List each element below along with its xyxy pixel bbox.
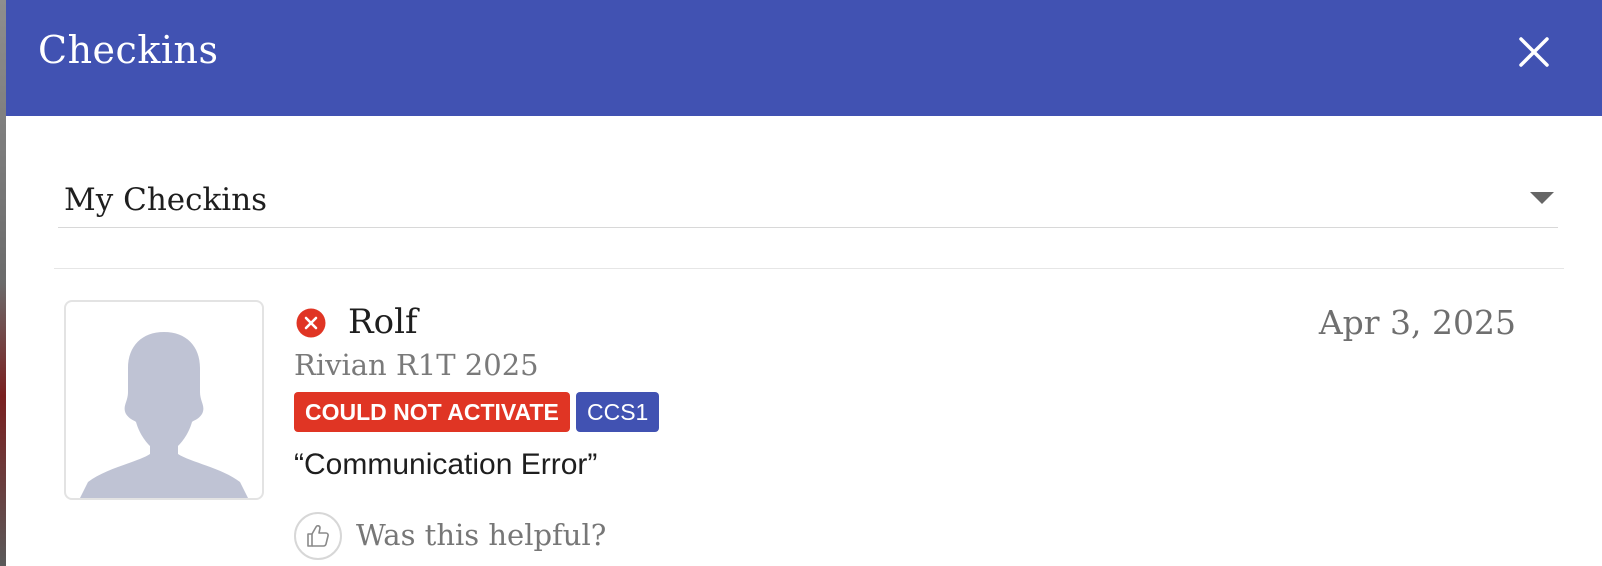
- status-badge: COULD NOT ACTIVATE: [294, 392, 570, 432]
- connector-badge: CCS1: [576, 392, 660, 432]
- dialog-header: Checkins: [6, 0, 1602, 116]
- checkin-comment: “Communication Error”: [294, 448, 598, 481]
- dialog-title: Checkins: [38, 28, 219, 72]
- checkin-user-name: Rolf: [348, 302, 418, 342]
- checkin-date: Apr 3, 2025: [1318, 303, 1516, 342]
- error-status-icon: [296, 308, 326, 338]
- thumbs-up-button[interactable]: [294, 512, 342, 560]
- close-icon: [1519, 37, 1549, 67]
- thumbs-up-icon: [307, 524, 329, 547]
- default-avatar-icon: [80, 332, 248, 498]
- divider: [54, 268, 1564, 269]
- checkins-filter-select[interactable]: My Checkins: [58, 178, 1558, 228]
- checkins-dialog: Checkins My Checkins Rolf Apr 3, 2025 Ri…: [6, 0, 1602, 566]
- chevron-down-icon: [1530, 192, 1554, 204]
- close-button[interactable]: [1514, 32, 1554, 72]
- checkin-vehicle: Rivian R1T 2025: [294, 348, 539, 382]
- helpful-prompt: Was this helpful?: [356, 518, 607, 552]
- avatar: [64, 300, 264, 500]
- checkins-filter-value: My Checkins: [64, 182, 268, 218]
